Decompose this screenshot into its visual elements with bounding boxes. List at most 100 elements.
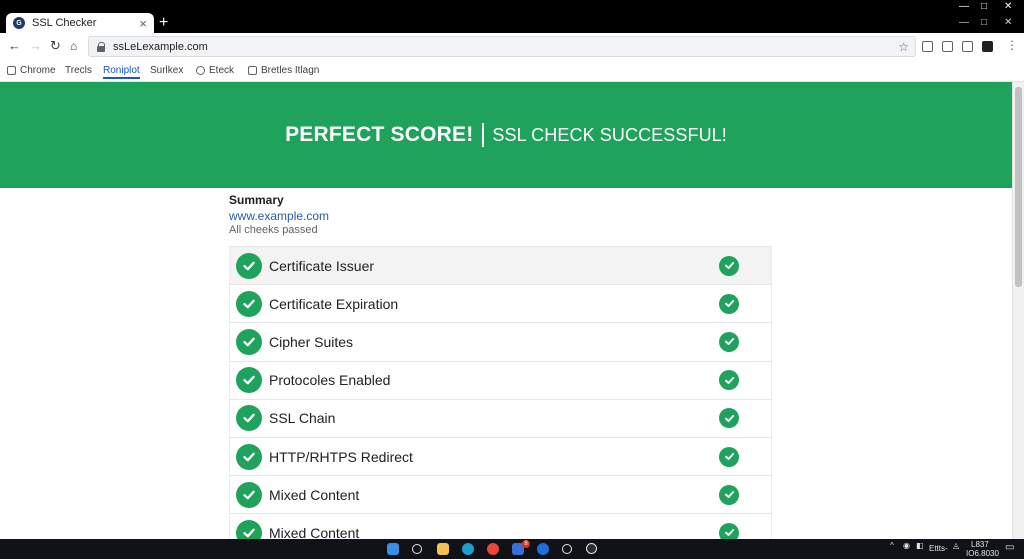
check-row-protocols-enabled[interactable]: Protocoles Enabled [229,361,772,400]
bookmark-page-icon [7,66,16,75]
scrollbar-thumb[interactable] [1015,87,1022,287]
os-taskbar: 8 ^ ◉ ◧ Ettts- ◬ L837 IO6.8030 ▭ [0,539,1024,559]
check-row-mixed-content[interactable]: Mixed Content [229,476,772,515]
file-explorer-icon[interactable] [437,543,449,555]
checkmark-circle-icon [236,519,262,539]
bookmark-roniplot[interactable]: Roniplot [103,65,140,79]
bookmark-label: Bretles Itlagn [261,65,320,76]
summary-status: All cheeks passed [229,224,318,236]
banner-divider [482,123,485,147]
bookmark-label: Roniplot [103,65,140,76]
bookmark-label: Surlkex [150,65,184,76]
notification-badge: 8 [522,540,530,548]
tray-label: Ettts- [929,544,948,553]
edge-browser-icon[interactable] [462,543,474,555]
checkmark-circle-icon [236,481,262,508]
minimize-icon-secondary[interactable]: — [959,18,969,28]
refresh-app-icon[interactable] [562,544,572,554]
restore-icon-secondary[interactable]: □ [981,18,987,28]
extension-icon-3[interactable] [962,41,973,52]
bookmark-label: Trecls [65,65,92,76]
pass-check-icon [719,484,739,505]
tab-ssl-checker[interactable]: G SSL Checker × [6,13,154,33]
summary-heading: Summary [229,193,284,207]
extension-icon-4[interactable] [982,41,993,52]
bookmark-eteck[interactable]: Eteck [196,65,234,76]
bookmark-trecls[interactable]: Trecls [65,65,92,76]
home-icon[interactable]: ⌂ [70,39,77,53]
back-arrow-icon[interactable]: ← [8,39,21,53]
tray-wifi-icon[interactable]: ◬ [953,542,959,550]
browser-window: G SSL Checker × + — □ ✕ — □ ✕ ← → ↻ ⌂ ss… [0,0,1024,559]
tray-chevron-icon[interactable]: ^ [890,542,894,550]
tab-title: SSL Checker [32,17,97,29]
pass-check-icon [719,408,739,429]
browser-app-icon[interactable] [537,543,549,555]
pass-check-icon [719,293,739,314]
pass-check-icon [719,370,739,391]
check-row-ssl-chain[interactable]: SSL Chain [229,399,772,438]
banner-title: PERFECT SCORE! [285,123,474,146]
reload-icon[interactable]: ↻ [50,39,61,53]
tray-network-icon[interactable]: ◉ [903,542,910,550]
forward-arrow-icon[interactable]: → [29,39,42,53]
tab-strip: G SSL Checker × + — □ ✕ — □ ✕ [0,0,1024,33]
bookmark-globe-icon [196,66,205,75]
chrome-browser-icon[interactable] [487,543,499,555]
clock-time[interactable]: L837 [971,541,989,549]
pass-check-icon [719,522,739,539]
close-icon-secondary[interactable]: ✕ [1004,18,1012,28]
bookmark-surlkex[interactable]: Surlkex [150,65,183,76]
clock-date[interactable]: IO6.8030 [966,550,999,558]
new-tab-button[interactable]: + [159,14,168,32]
clock-app-icon[interactable] [586,543,597,554]
success-banner: PERFECT SCORE! SSL CHECK SUCCESSFUL! [0,82,1012,188]
lock-icon [97,42,106,52]
checkmark-circle-icon [236,405,262,432]
close-window-icon[interactable]: ✕ [1004,2,1012,12]
bookmark-bretles[interactable]: Bretles Itlagn [248,65,319,76]
search-icon[interactable] [412,544,422,554]
minimize-icon[interactable]: — [959,2,969,12]
extension-icon-2[interactable] [942,41,953,52]
check-label: Certificate Expiration [269,295,399,312]
summary-domain-link[interactable]: www.example.com [229,209,329,223]
browser-toolbar: ← → ↻ ⌂ ssLeLexample.com ☆ ⋮ [0,33,1024,60]
tray-volume-icon[interactable]: ◧ [916,542,924,550]
check-label: SSL Chain [269,410,336,427]
check-row-cipher-suites[interactable]: Cipher Suites [229,323,772,362]
checkmark-circle-icon [236,328,262,355]
check-label: Mixed Content [269,486,360,503]
more-menu-icon[interactable]: ⋮ [1006,39,1018,51]
check-results-list: Certificate Issuer Certificate Expiratio… [229,246,772,539]
url-text[interactable]: ssLeLexample.com [113,41,898,53]
bookmark-star-icon[interactable]: ☆ [898,40,909,54]
page-scrollbar[interactable] [1012,82,1024,539]
check-row-certificate-expiration[interactable]: Certificate Expiration [229,285,772,324]
check-label: Cipher Suites [269,333,354,350]
check-row-https-redirect[interactable]: HTTP/RHTPS Redirect [229,437,772,477]
check-label: Certificate Issuer [269,257,375,274]
checkmark-circle-icon [236,367,262,394]
checkmark-circle-icon [236,252,262,279]
pass-check-icon [719,446,739,467]
address-bar[interactable]: ssLeLexample.com ☆ [88,36,916,57]
maximize-icon[interactable]: □ [981,2,987,12]
bookmarks-bar: Chrome Trecls Roniplot Surlkex Eteck Bre… [0,60,1024,82]
page-content: PERFECT SCORE! SSL CHECK SUCCESSFUL! Sum… [0,82,1012,539]
tab-close-icon[interactable]: × [139,17,147,30]
start-windows-icon[interactable] [387,543,399,555]
site-favicon-icon: G [13,17,25,29]
pass-check-icon [719,255,739,276]
pass-check-icon [719,331,739,352]
check-row-certificate-issuer[interactable]: Certificate Issuer [229,247,772,286]
checkmark-circle-icon [236,443,262,470]
notifications-icon[interactable]: ▭ [1005,543,1014,553]
check-label: Mixed Content [269,524,360,539]
check-label: Protocoles Enabled [269,372,391,389]
check-label: HTTP/RHTPS Redirect [269,448,413,465]
bookmark-chrome[interactable]: Chrome [7,65,56,76]
extension-icon-1[interactable] [922,41,933,52]
bookmark-folder-icon [248,66,257,75]
check-row-mixed-content-2[interactable]: Mixed Content [229,514,772,539]
